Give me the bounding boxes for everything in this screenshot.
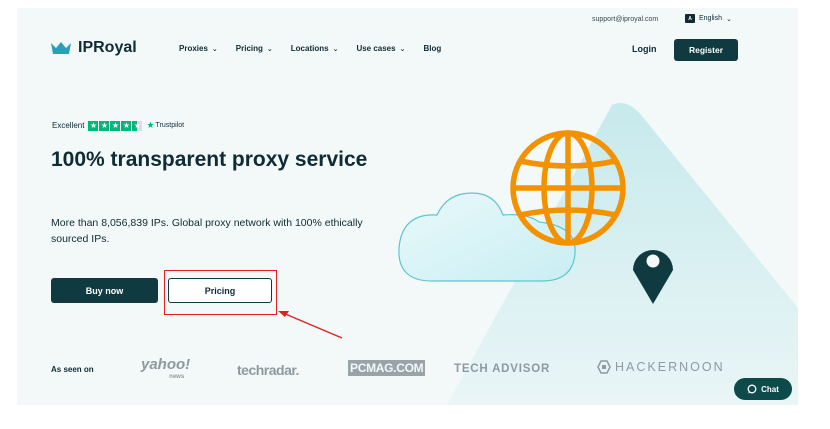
page: support@iproyal.com A English ⌄ IPRoyal …	[0, 0, 830, 429]
star-half-icon: ★	[132, 120, 143, 131]
rating-stars: ★ ★ ★ ★ ★	[88, 120, 143, 131]
techradar-logo: techradar.	[237, 362, 299, 378]
brand-name: IPRoyal	[78, 39, 137, 56]
star-icon: ★	[99, 120, 110, 131]
trustpilot-rating[interactable]: Excellent ★ ★ ★ ★ ★ ★ Trustpilot	[52, 120, 184, 131]
language-label: English	[699, 15, 722, 22]
annotation-highlight-box	[164, 270, 277, 315]
star-icon: ★	[110, 120, 121, 131]
nav-item-pricing[interactable]: Pricing ⌄	[236, 44, 273, 53]
hero-subtext: More than 8,056,839 IPs. Global proxy ne…	[51, 217, 363, 245]
chevron-down-icon: ⌄	[266, 45, 273, 53]
nav-item-label: Pricing	[235, 44, 263, 53]
as-seen-on-label: As seen on	[51, 365, 94, 374]
nav-item-label: Blog	[423, 44, 442, 53]
support-email[interactable]: support@iproyal.com	[592, 16, 658, 23]
language-selector[interactable]: A English ⌄	[685, 14, 732, 23]
login-link[interactable]: Login	[632, 44, 657, 54]
trustpilot-name: Trustpilot	[155, 122, 185, 129]
hackernoon-wordmark: HACKERNOON	[615, 360, 725, 374]
website-viewport: support@iproyal.com A English ⌄ IPRoyal …	[17, 8, 798, 405]
annotation-arrow	[278, 311, 343, 339]
nav-item-locations[interactable]: Locations ⌄	[291, 44, 339, 53]
chat-label: Chat	[761, 384, 779, 394]
hackernoon-icon	[597, 360, 611, 374]
star-icon: ★	[121, 120, 132, 131]
nav-item-use-cases[interactable]: Use cases ⌄	[356, 44, 405, 53]
nav-item-label: Locations	[290, 44, 329, 53]
tech-advisor-logo: TECH ADVISOR	[454, 363, 551, 375]
globe-icon	[510, 130, 626, 246]
nav-item-proxies[interactable]: Proxies ⌄	[179, 44, 218, 53]
nav-item-blog[interactable]: Blog	[423, 44, 441, 53]
chevron-down-icon: ⌄	[211, 45, 218, 53]
chevron-down-icon: ⌄	[332, 45, 339, 53]
chat-button[interactable]: Chat	[734, 378, 792, 400]
buy-now-button[interactable]: Buy now	[51, 278, 158, 303]
logo[interactable]: IPRoyal	[50, 39, 137, 57]
trustpilot-star-icon: ★	[146, 120, 155, 130]
hero-headline: 100% transparent proxy service	[51, 148, 368, 171]
nav-item-label: Proxies	[179, 44, 208, 53]
nav-item-label: Use cases	[356, 44, 396, 53]
chat-bubble-icon	[747, 384, 757, 394]
hackernoon-logo: HACKERNOON	[597, 360, 725, 374]
yahoo-news-logo: yahoo! news	[141, 357, 190, 384]
trustpilot-logo: ★ Trustpilot	[146, 120, 184, 131]
hero-illustration	[278, 103, 798, 405]
crown-icon	[51, 42, 71, 54]
chevron-down-icon: ⌄	[725, 15, 732, 23]
translate-icon: A	[685, 14, 695, 23]
main-nav: Proxies ⌄ Pricing ⌄ Locations ⌄ Use case…	[179, 44, 441, 53]
star-icon: ★	[88, 120, 99, 131]
trust-label: Excellent	[52, 121, 85, 130]
register-button[interactable]: Register	[674, 39, 738, 61]
chevron-down-icon: ⌄	[399, 45, 406, 53]
pcmag-logo: PCMAG.COM	[348, 360, 426, 376]
